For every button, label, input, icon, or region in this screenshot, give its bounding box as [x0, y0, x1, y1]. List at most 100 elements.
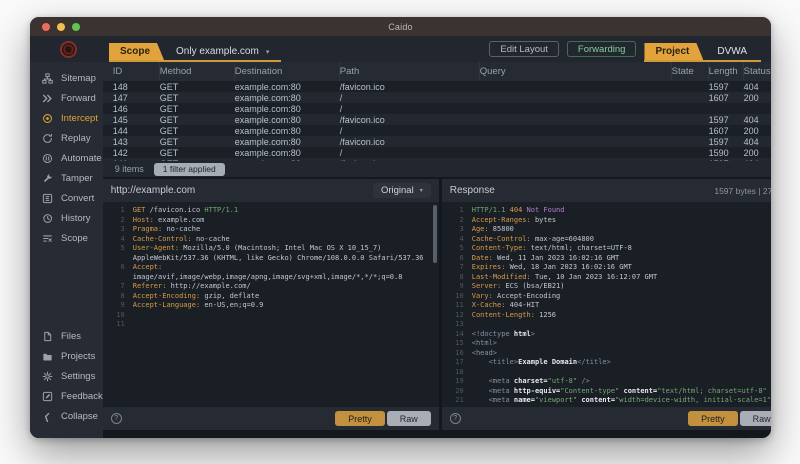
table-row[interactable]: 143GETexample.com:80/favicon.ico1597404: [103, 136, 771, 147]
sidebar-item-history[interactable]: History: [30, 208, 103, 228]
sidebar-item-sitemap[interactable]: Sitemap: [30, 68, 103, 88]
code-line: 2Host: example.com: [109, 216, 431, 226]
request-pretty-button[interactable]: Pretty: [335, 411, 385, 426]
table-cell: 147: [113, 93, 160, 103]
line-number: 8: [448, 273, 464, 283]
sidebar-item-scope[interactable]: Scope: [30, 228, 103, 248]
help-icon[interactable]: ?: [450, 413, 461, 424]
table-row[interactable]: 146GETexample.com:80/: [103, 103, 771, 114]
items-count: 9 items: [115, 164, 144, 174]
sidebar-item-intercept[interactable]: Intercept: [30, 108, 103, 128]
sidebar-item-feedback[interactable]: Feedback: [30, 386, 103, 406]
table-row[interactable]: 141GETexample.com:80/favicon.ico1597404: [103, 158, 771, 161]
sidebar-top-group: SitemapForwardIntercept Replay Automate Tam…: [30, 68, 103, 248]
line-number: 20: [448, 387, 464, 397]
table-row[interactable]: 147GETexample.com:80/1607200: [103, 92, 771, 103]
sidebar-item-label: Replay: [61, 133, 91, 144]
filter-applied-chip[interactable]: 1 filter applied: [154, 163, 225, 176]
sidebar-item-convert[interactable]: Convert: [30, 188, 103, 208]
request-raw-button[interactable]: Raw: [387, 411, 431, 426]
line-number: 5: [448, 244, 464, 254]
column-header-status[interactable]: Status: [744, 62, 771, 81]
table-cell: example.com:80: [235, 159, 340, 162]
content-area: SitemapForwardIntercept Replay Automate Tam…: [30, 62, 771, 438]
column-header-query[interactable]: Query: [480, 62, 672, 81]
line-number: 11: [448, 301, 464, 311]
table-cell: /: [340, 126, 480, 136]
line-number: 4: [448, 235, 464, 245]
line-content: Host: example.com: [133, 216, 431, 226]
code-line: 1HTTP/1.1 404 Not Found: [448, 206, 771, 216]
table-cell: 1597: [709, 115, 744, 125]
sidebar-item-forward[interactable]: Forward: [30, 88, 103, 108]
line-number: 13: [448, 320, 464, 330]
response-viewer[interactable]: 1HTTP/1.1 404 Not Found2Accept-Ranges: b…: [442, 202, 771, 407]
code-line: 13: [448, 320, 771, 330]
sidebar-item-collapse[interactable]: Collapse: [30, 406, 103, 426]
code-line: 3Age: 85800: [448, 225, 771, 235]
table-cell: GET: [160, 137, 235, 147]
edit-layout-button[interactable]: Edit Layout: [489, 41, 559, 57]
sidebar-item-projects[interactable]: Projects: [30, 346, 103, 366]
sidebar-item-automate[interactable]: Automate: [30, 148, 103, 168]
line-number: 10: [109, 311, 125, 321]
table-row[interactable]: 144GETexample.com:80/1607200: [103, 125, 771, 136]
line-content: <head>: [472, 349, 771, 359]
sidebar-item-replay[interactable]: Replay: [30, 128, 103, 148]
scope-preset-selector[interactable]: Only example.com ▾: [164, 43, 281, 60]
table-cell: GET: [160, 115, 235, 125]
table-cell: 1590: [709, 148, 744, 158]
request-scrollbar[interactable]: [433, 205, 437, 263]
history-icon: [41, 212, 53, 224]
table-cell: example.com:80: [235, 93, 340, 103]
project-selector[interactable]: Project DVWA: [644, 36, 761, 62]
request-view-selector[interactable]: Original ▾: [373, 183, 431, 198]
table-cell: GET: [160, 148, 235, 158]
forwarding-button[interactable]: Forwarding: [567, 41, 637, 57]
table-cell: 143: [113, 137, 160, 147]
sidebar: SitemapForwardIntercept Replay Automate Tam…: [30, 62, 103, 438]
code-line: 6 Date: Wed, 11 Jan 2023 16:02:16 GMT: [448, 254, 771, 264]
column-header-destination[interactable]: Destination: [235, 62, 340, 81]
sidebar-item-tamper[interactable]: Tamper: [30, 168, 103, 188]
line-content: Date: Wed, 11 Jan 2023 16:02:16 GMT: [472, 254, 771, 264]
code-line: 18: [448, 368, 771, 378]
line-number: 2: [448, 216, 464, 226]
line-content: [472, 368, 771, 378]
sidebar-item-settings[interactable]: Settings: [30, 366, 103, 386]
help-icon[interactable]: ?: [111, 413, 122, 424]
window-titlebar: Caido: [30, 17, 771, 36]
code-line: 1GET /favicon.ico HTTP/1.1: [109, 206, 431, 216]
column-header-state[interactable]: State: [672, 62, 709, 81]
sidebar-item-label: Tamper: [61, 173, 93, 184]
table-row[interactable]: 148GETexample.com:80/favicon.ico1597404: [103, 81, 771, 92]
code-line: 11: [109, 320, 431, 330]
line-content: Accept: image/avif,image/webp,image/apng…: [133, 263, 431, 282]
column-header-path[interactable]: Path: [340, 62, 480, 81]
line-number: 7: [109, 282, 125, 292]
sitemap-icon: [41, 72, 53, 84]
table-cell: 1597: [709, 82, 744, 92]
automate-icon: [41, 152, 53, 164]
line-number: 6: [448, 254, 464, 264]
line-number: 16: [448, 349, 464, 359]
tab-scope[interactable]: Scope: [109, 43, 164, 60]
table-cell: 200: [744, 93, 771, 103]
line-number: 15: [448, 339, 464, 349]
table-cell: GET: [160, 93, 235, 103]
forward-icon: [41, 92, 53, 104]
table-cell: 1597: [709, 159, 744, 162]
sidebar-item-files[interactable]: Files: [30, 326, 103, 346]
response-pretty-button[interactable]: Pretty: [688, 411, 738, 426]
code-line: 16 <head>: [448, 349, 771, 359]
column-header-id[interactable]: ID: [113, 62, 160, 81]
response-raw-button[interactable]: Raw: [740, 411, 771, 426]
column-header-method[interactable]: Method: [160, 62, 235, 81]
settings-icon: [41, 370, 53, 382]
table-row[interactable]: 145GETexample.com:80/favicon.ico1597404: [103, 114, 771, 125]
table-row[interactable]: 142GETexample.com:80/1590200: [103, 147, 771, 158]
request-editor[interactable]: 1GET /favicon.ico HTTP/1.12Host: example…: [103, 202, 439, 407]
top-navbar: Scope Only example.com ▾ Edit Layout For…: [30, 36, 771, 62]
code-line: 9Server: ECS (bsa/EB21): [448, 282, 771, 292]
column-header-length[interactable]: Length: [709, 62, 744, 81]
